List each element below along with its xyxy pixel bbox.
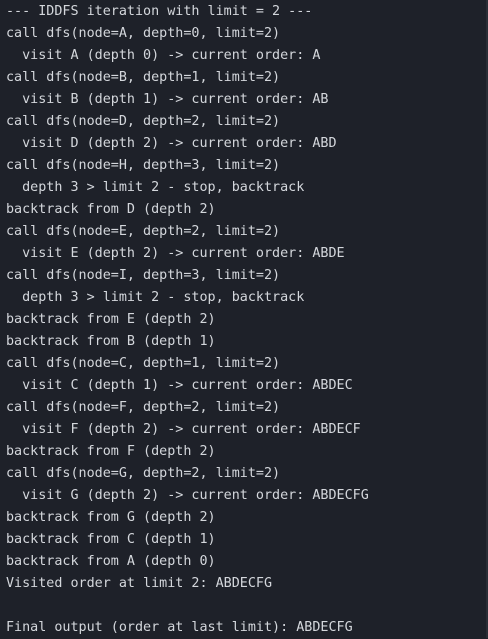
output-line-final: Final output (order at last limit): ABDE… [6, 620, 353, 635]
output-line: visit E (depth 2) -> current order: ABDE [6, 246, 345, 261]
output-line: call dfs(node=D, depth=2, limit=2) [6, 114, 281, 129]
output-line: visit C (depth 1) -> current order: ABDE… [6, 378, 353, 393]
output-line: call dfs(node=E, depth=2, limit=2) [6, 224, 281, 239]
output-line: backtrack from B (depth 1) [6, 334, 216, 349]
output-line: visit D (depth 2) -> current order: ABD [6, 136, 337, 151]
output-line: backtrack from F (depth 2) [6, 444, 216, 459]
output-line: call dfs(node=G, depth=2, limit=2) [6, 466, 281, 481]
output-line: call dfs(node=I, depth=3, limit=2) [6, 268, 281, 283]
output-line: call dfs(node=F, depth=2, limit=2) [6, 400, 281, 415]
output-line: backtrack from A (depth 0) [6, 554, 216, 569]
output-line: visit F (depth 2) -> current order: ABDE… [6, 422, 361, 437]
output-line: --- IDDFS iteration with limit = 2 --- [6, 4, 313, 19]
output-line: backtrack from G (depth 2) [6, 510, 216, 525]
output-line: visit G (depth 2) -> current order: ABDE… [6, 488, 369, 503]
terminal-output[interactable]: --- IDDFS iteration with limit = 2 --- c… [0, 0, 488, 638]
output-line: depth 3 > limit 2 - stop, backtrack [6, 180, 305, 195]
output-line: Visited order at limit 2: ABDECFG [6, 576, 273, 591]
output-line: visit B (depth 1) -> current order: AB [6, 92, 329, 107]
output-line: call dfs(node=A, depth=0, limit=2) [6, 26, 281, 41]
output-line: depth 3 > limit 2 - stop, backtrack [6, 290, 305, 305]
output-line: call dfs(node=B, depth=1, limit=2) [6, 70, 281, 85]
output-line-blank [6, 595, 488, 617]
output-line: visit A (depth 0) -> current order: A [6, 48, 321, 63]
output-line: call dfs(node=C, depth=1, limit=2) [6, 356, 281, 371]
output-line: backtrack from C (depth 1) [6, 532, 216, 547]
output-line: backtrack from D (depth 2) [6, 202, 216, 217]
output-line: backtrack from E (depth 2) [6, 312, 216, 327]
output-line: call dfs(node=H, depth=3, limit=2) [6, 158, 281, 173]
